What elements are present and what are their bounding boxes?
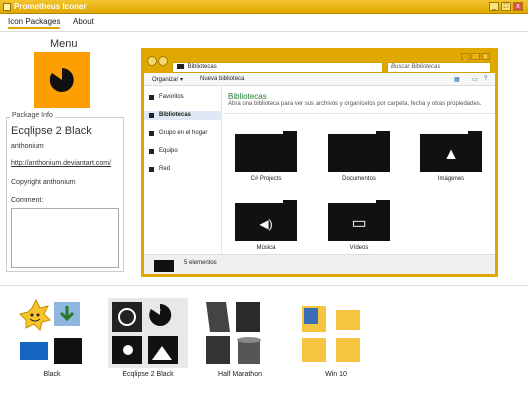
pack-half-marathon-preview: [206, 302, 261, 364]
folder-documentos[interactable]: Documentos: [328, 131, 390, 182]
homegroup-icon: [149, 131, 154, 136]
explorer-minimize[interactable]: _: [461, 53, 470, 60]
pack-label: Black: [43, 371, 61, 378]
pack-label: Half Marathon: [218, 371, 262, 378]
folder-label: Música: [256, 245, 276, 251]
folder-csharp[interactable]: C# Projects: [235, 131, 297, 182]
app-icon: [3, 3, 11, 11]
folder-icon: [328, 131, 390, 172]
library-icon: [177, 64, 184, 69]
pack-divider: [0, 285, 528, 286]
comment-field[interactable]: [11, 208, 119, 268]
preview-tile: [34, 52, 90, 108]
minimize-button[interactable]: _: [489, 2, 499, 11]
maximize-button[interactable]: □: [501, 2, 511, 11]
folder-videos[interactable]: ▭ Vídeos: [328, 200, 390, 251]
app-titlebar: Prometheus Iconer _ □ x: [0, 0, 528, 14]
pack-black-preview: [19, 298, 82, 364]
pictures-folder-icon: ▲: [420, 131, 482, 172]
explorer-toolbar: Organizar ▾ Nueva biblioteca ▦ ▭ ?: [144, 73, 495, 86]
sidebar-label: Bibliotecas: [159, 112, 192, 118]
comment-label: Comment:: [11, 197, 44, 204]
address-bar[interactable]: Bibliotecas: [172, 62, 383, 73]
package-info-legend: Package Info: [10, 112, 55, 119]
sidebar-item-red[interactable]: Red: [144, 165, 222, 174]
explorer-preview: _ □ x Bibliotecas Buscar Bibliotecas Org…: [141, 48, 498, 277]
folder-label: Documentos: [342, 176, 376, 182]
tab-bar: Icon Packages About: [0, 14, 528, 32]
folder-label: Vídeos: [349, 245, 369, 251]
explorer-sidebar: Favoritos Bibliotecas Grupo en el hogar …: [144, 86, 222, 254]
app-title: Prometheus Iconer: [14, 2, 87, 11]
sidebar-item-favoritos[interactable]: Favoritos: [144, 93, 222, 102]
sidebar-label: Equipo: [159, 148, 178, 154]
pack-win10[interactable]: [296, 298, 376, 368]
pack-half-marathon[interactable]: [200, 298, 280, 368]
pack-label: Win 10: [325, 371, 347, 378]
status-text: 5 elementos: [184, 260, 217, 266]
explorer-nav-buttons: [147, 56, 169, 66]
help-icon[interactable]: ?: [484, 76, 487, 82]
pack-win10-preview: [302, 306, 360, 362]
explorer-content: Bibliotecas Abra una biblioteca para ver…: [223, 86, 495, 254]
explorer-close[interactable]: x: [481, 53, 490, 60]
package-author: anthonium: [11, 143, 44, 150]
sidebar-item-homegroup[interactable]: Grupo en el hogar: [144, 129, 222, 138]
package-copyright: Copyright anthonium: [11, 179, 76, 186]
star-icon: [149, 95, 154, 100]
sidebar-label: Grupo en el hogar: [159, 130, 208, 136]
sidebar-label: Favoritos: [159, 94, 184, 100]
forward-icon[interactable]: [158, 56, 168, 66]
folder-label: Imágenes: [437, 176, 465, 182]
tab-icon-packages[interactable]: Icon Packages: [8, 17, 61, 29]
explorer-statusbar: 5 elementos: [144, 254, 495, 274]
close-button[interactable]: x: [513, 2, 523, 11]
folder-imagenes[interactable]: ▲ Imágenes: [420, 131, 482, 182]
preview-title: Menu: [50, 38, 78, 50]
folder-musica[interactable]: ◀) Música: [235, 200, 297, 251]
pack-ecqlipse-preview: [112, 302, 178, 364]
folder-label: C# Projects: [250, 176, 282, 182]
sidebar-item-equipo[interactable]: Equipo: [144, 147, 222, 156]
tab-about[interactable]: About: [73, 17, 94, 26]
pack-ecqlipse-2-black[interactable]: [108, 298, 188, 368]
network-icon: [149, 167, 154, 172]
view-icon[interactable]: ▦: [454, 76, 460, 83]
preview-pane-icon[interactable]: ▭: [472, 76, 478, 83]
music-folder-icon: ◀): [235, 200, 297, 241]
library-icon: [149, 113, 154, 118]
computer-icon: [149, 149, 154, 154]
video-folder-icon: ▭: [328, 200, 390, 241]
address-text: Bibliotecas: [187, 64, 217, 71]
folder-icon: [235, 131, 297, 172]
pack-label: Ecqlipse 2 Black: [122, 371, 174, 378]
content-subheading: Abra una biblioteca para ver sus archivo…: [228, 101, 482, 107]
back-icon[interactable]: [147, 56, 157, 66]
search-input[interactable]: Buscar Bibliotecas: [387, 62, 491, 73]
content-heading: Bibliotecas: [228, 92, 267, 101]
new-library-button[interactable]: Nueva biblioteca: [200, 76, 244, 82]
pack-black[interactable]: [12, 298, 92, 368]
sidebar-item-bibliotecas[interactable]: Bibliotecas: [144, 111, 222, 120]
pacman-icon: [49, 68, 74, 92]
library-icon: [154, 260, 174, 272]
package-link[interactable]: http://anthonium.deviantart.com/: [11, 160, 111, 167]
explorer-maximize[interactable]: □: [471, 53, 480, 60]
sidebar-label: Red: [159, 166, 171, 172]
package-name: Ecqlipse 2 Black: [11, 125, 92, 137]
organize-button[interactable]: Organizar ▾: [152, 76, 183, 83]
explorer-titlebar: _ □ x Bibliotecas Buscar Bibliotecas: [144, 51, 495, 73]
content-divider: [223, 113, 495, 114]
